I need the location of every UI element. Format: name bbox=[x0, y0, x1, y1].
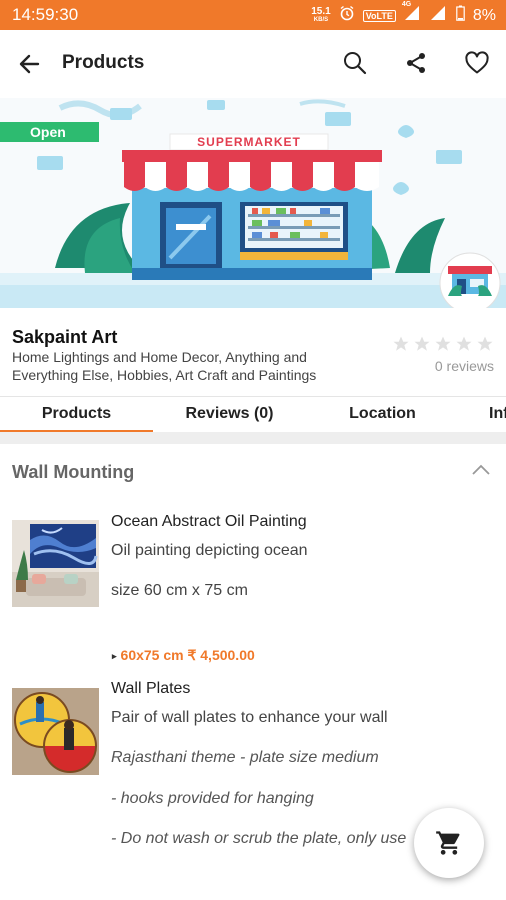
product-thumbnail bbox=[12, 688, 99, 775]
page-title: Products bbox=[62, 52, 145, 73]
tab-bar: Products Reviews (0) Location Info bbox=[0, 396, 506, 433]
back-button[interactable] bbox=[16, 50, 44, 78]
product-thumbnail bbox=[12, 520, 99, 607]
star-icon bbox=[456, 336, 472, 351]
share-icon bbox=[407, 53, 425, 73]
signal-icon: 4G bbox=[402, 1, 422, 26]
search-button[interactable] bbox=[340, 48, 370, 78]
cart-button[interactable] bbox=[414, 808, 484, 878]
share-button[interactable] bbox=[401, 48, 431, 78]
star-icon bbox=[435, 336, 451, 351]
product-detail: - Do not wash or scrub the plate, only u… bbox=[111, 830, 407, 847]
arrow-left-icon bbox=[19, 54, 40, 74]
search-icon bbox=[344, 52, 367, 75]
collapse-button[interactable] bbox=[470, 460, 492, 480]
product-detail: - hooks provided for hanging bbox=[111, 790, 314, 807]
app-bar: Products bbox=[0, 30, 506, 99]
battery-level: 8% bbox=[472, 6, 496, 24]
product-name: Wall Plates bbox=[111, 680, 191, 697]
favorite-button[interactable] bbox=[462, 48, 492, 78]
star-icon bbox=[477, 336, 493, 351]
signal-icon-2 bbox=[430, 5, 448, 26]
product-name: Ocean Abstract Oil Painting bbox=[111, 513, 307, 530]
network-speed: 15.1 KB/S bbox=[311, 5, 331, 23]
product-detail: size 60 cm x 75 cm bbox=[111, 582, 248, 599]
product-description: Pair of wall plates to enhance your wall bbox=[111, 709, 388, 726]
open-status-badge: Open bbox=[0, 122, 99, 142]
status-time: 14:59:30 bbox=[12, 5, 79, 24]
cart-icon bbox=[436, 831, 460, 855]
volte-badge: VoLTE bbox=[362, 9, 396, 22]
reviews-count: 0 reviews bbox=[434, 358, 494, 374]
battery-icon bbox=[456, 5, 465, 26]
rating-stars bbox=[392, 335, 494, 353]
tab-location[interactable]: Location bbox=[306, 397, 459, 433]
star-icon bbox=[414, 336, 430, 351]
status-bar: 14:59:30 15.1 KB/S VoLTE 4G 8% bbox=[0, 0, 506, 30]
heart-icon bbox=[465, 51, 489, 74]
status-icons: 15.1 KB/S VoLTE 4G 8% bbox=[311, 1, 496, 26]
banner-sign-text: SUPERMARKET bbox=[197, 135, 301, 149]
alarm-icon bbox=[339, 5, 355, 26]
tab-info[interactable]: Info bbox=[459, 397, 506, 433]
store-name: Sakpaint Art bbox=[12, 327, 118, 347]
product-price: 60x75 cm ₹ 4,500.00 bbox=[112, 647, 255, 664]
product-detail: Rajasthani theme - plate size medium bbox=[111, 749, 379, 766]
store-description: Home Lightings and Home Decor, Anything … bbox=[12, 349, 317, 383]
tab-products[interactable]: Products bbox=[0, 397, 153, 433]
product-description: Oil painting depicting ocean bbox=[111, 542, 308, 559]
section-divider bbox=[0, 432, 506, 444]
star-icon bbox=[393, 336, 409, 351]
chevron-up-icon bbox=[472, 464, 490, 475]
tab-reviews[interactable]: Reviews (0) bbox=[153, 397, 306, 433]
category-title[interactable]: Wall Mounting bbox=[12, 462, 134, 483]
